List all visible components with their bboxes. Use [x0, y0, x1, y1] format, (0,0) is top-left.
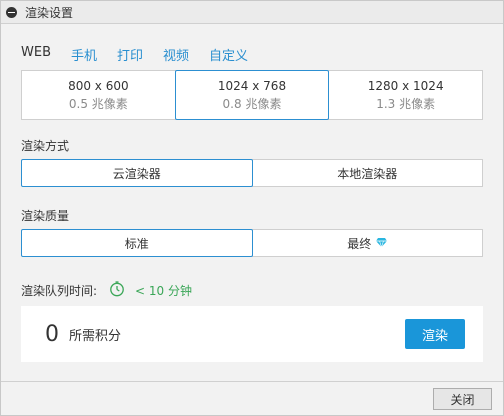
diamond-icon: [376, 236, 388, 250]
queue-time-value: < 10 分钟: [135, 284, 193, 298]
render-quality-toggle: 标准 最终: [21, 229, 483, 257]
render-quality-label: 渲染质量: [21, 209, 70, 223]
footer-divider: [1, 381, 503, 382]
collapse-icon[interactable]: [6, 6, 17, 18]
quality-final-button[interactable]: 最终: [251, 229, 483, 257]
resolution-megapixels: 0.8 兆像素: [222, 97, 282, 111]
resolution-megapixels: 0.5 兆像素: [68, 97, 128, 111]
tab-mobile[interactable]: 手机: [71, 45, 97, 64]
queue-time-label: 渲染队列时间:: [21, 284, 98, 298]
quality-standard-button[interactable]: 标准: [21, 229, 253, 257]
resolution-option-800[interactable]: 800 x 600 0.5 兆像素: [21, 70, 176, 120]
local-renderer-button[interactable]: 本地渲染器: [251, 159, 483, 187]
tab-custom[interactable]: 自定义: [209, 45, 248, 64]
quality-final-label: 最终: [347, 236, 372, 251]
window-title: 渲染设置: [25, 5, 74, 20]
credits-panel: 0 所需积分 渲染: [21, 306, 483, 362]
resolution-size: 800 x 600: [68, 79, 129, 93]
cloud-renderer-button[interactable]: 云渲染器: [21, 159, 253, 187]
resolution-option-1280[interactable]: 1280 x 1024 1.3 兆像素: [328, 70, 484, 120]
preset-tabs: WEB 手机 打印 视频 自定义: [21, 45, 268, 64]
timer-icon: [109, 281, 125, 300]
title-bar: 渲染设置: [1, 1, 503, 24]
tab-print[interactable]: 打印: [117, 45, 143, 64]
resolution-megapixels: 1.3 兆像素: [376, 97, 436, 111]
tab-web[interactable]: WEB: [21, 45, 51, 64]
render-settings-window: 渲染设置 WEB 手机 打印 视频 自定义 800 x 600 0.5 兆像素 …: [0, 0, 504, 416]
credits-label: 所需积分: [69, 328, 122, 344]
resolution-option-1024[interactable]: 1024 x 768 0.8 兆像素: [174, 70, 330, 120]
render-queue: 渲染队列时间: < 10 分钟: [21, 281, 192, 300]
resolution-size: 1280 x 1024: [367, 79, 444, 93]
render-button[interactable]: 渲染: [405, 319, 465, 349]
credits-value: 0: [45, 321, 59, 347]
close-button[interactable]: 关闭: [433, 388, 492, 410]
render-method-label: 渲染方式: [21, 139, 70, 153]
quality-standard-label: 标准: [124, 236, 149, 251]
resolution-size: 1024 x 768: [217, 79, 287, 93]
tab-video[interactable]: 视频: [163, 45, 189, 64]
render-method-toggle: 云渲染器 本地渲染器: [21, 159, 483, 187]
resolution-options: 800 x 600 0.5 兆像素 1024 x 768 0.8 兆像素 128…: [21, 70, 484, 120]
